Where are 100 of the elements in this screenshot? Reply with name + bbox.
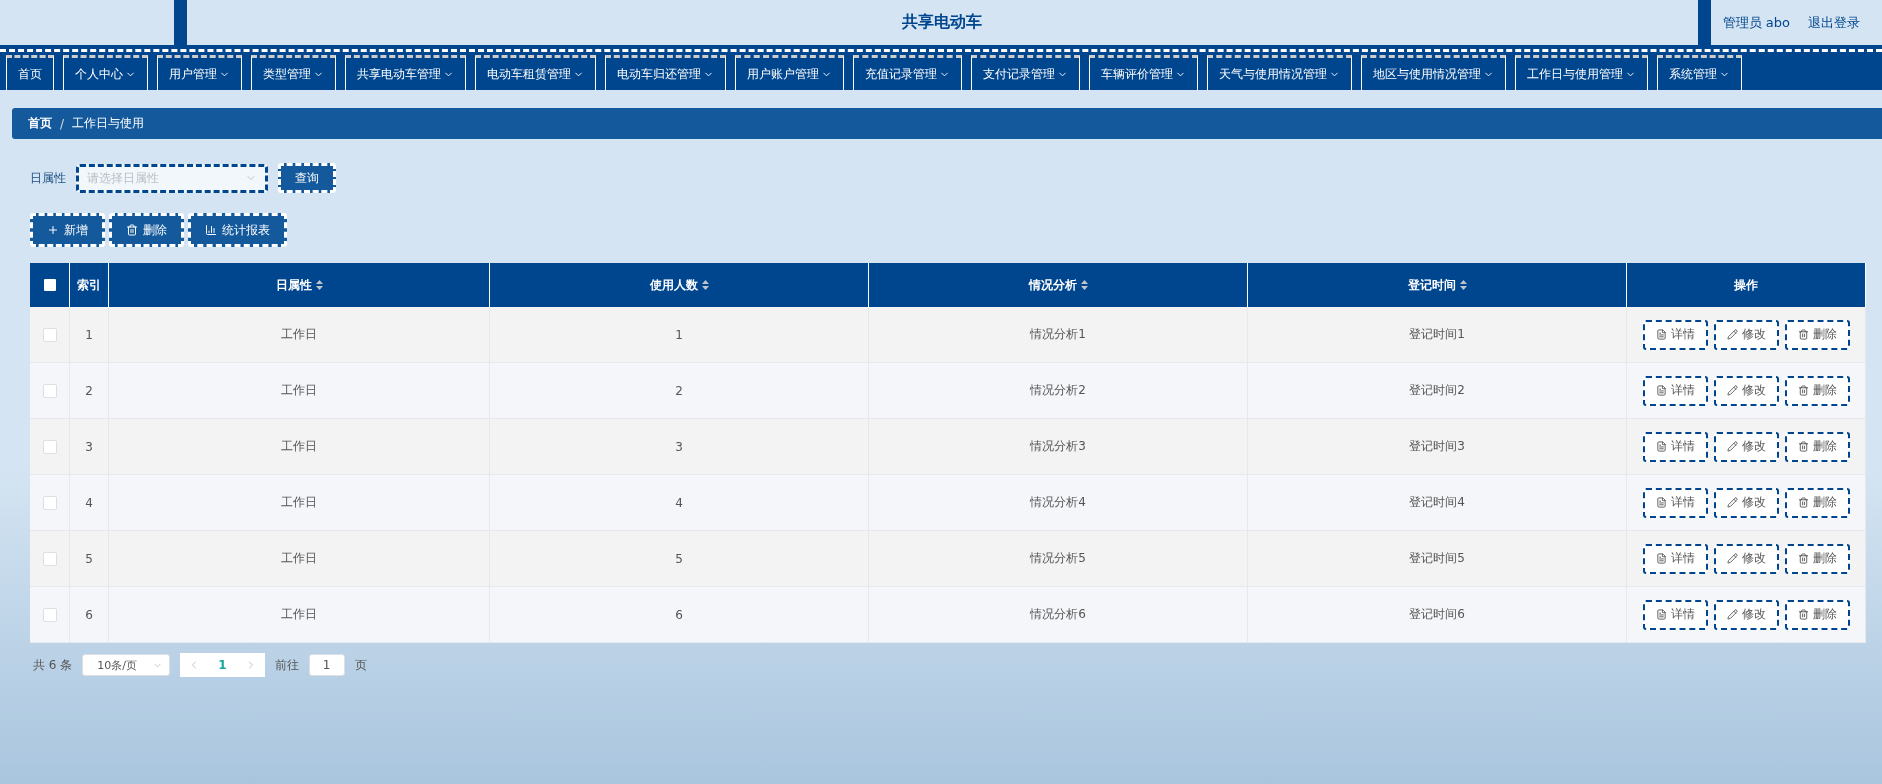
row-checkbox[interactable]	[42, 495, 57, 510]
row-action-button[interactable]: 修改	[1713, 599, 1779, 630]
trash-icon	[126, 224, 138, 236]
column-header: 操作	[1627, 263, 1866, 307]
row-action-button[interactable]: 修改	[1713, 487, 1779, 518]
table-cell: 工作日	[109, 587, 490, 643]
table-cell: 工作日	[109, 307, 490, 363]
bar-chart-icon	[205, 224, 217, 236]
row-checkbox[interactable]	[42, 383, 57, 398]
filter-label: 日属性	[30, 169, 66, 187]
document-icon	[1655, 441, 1667, 452]
table-cell: 5	[70, 531, 109, 587]
pencil-icon	[1726, 553, 1738, 564]
nav-item[interactable]: 电动车租赁管理	[475, 55, 596, 90]
nav-item[interactable]: 首页	[6, 55, 54, 90]
table-cell: 情况分析4	[869, 475, 1248, 531]
table-cell: 3	[70, 419, 109, 475]
row-checkbox[interactable]	[42, 439, 57, 454]
row-action-button[interactable]: 详情	[1642, 375, 1708, 406]
row-action-button[interactable]: 修改	[1713, 319, 1779, 350]
trash-icon	[1797, 497, 1809, 508]
trash-icon	[1797, 385, 1809, 396]
row-checkbox[interactable]	[42, 607, 57, 622]
search-button[interactable]: 查询	[278, 163, 336, 193]
row-action-button[interactable]: 删除	[1784, 543, 1850, 574]
nav-item[interactable]: 系统管理	[1657, 55, 1742, 90]
nav-item[interactable]: 电动车归还管理	[605, 55, 726, 90]
row-checkbox[interactable]	[42, 327, 57, 342]
table-cell: 4	[490, 475, 869, 531]
table-cell: 情况分析1	[869, 307, 1248, 363]
column-header[interactable]: 情况分析	[869, 263, 1248, 307]
sort-icon[interactable]	[1080, 280, 1088, 290]
sort-icon[interactable]	[315, 280, 323, 290]
nav-item[interactable]: 个人中心	[63, 55, 148, 90]
document-icon	[1655, 609, 1667, 620]
table-cell: 3	[490, 419, 869, 475]
pencil-icon	[1726, 609, 1738, 620]
nav-item[interactable]: 车辆评价管理	[1089, 55, 1198, 90]
table-cell: 情况分析3	[869, 419, 1248, 475]
page-size-select[interactable]: 10条/页	[82, 654, 171, 676]
logout-link[interactable]: 退出登录	[1808, 13, 1860, 32]
row-action-button[interactable]: 修改	[1713, 543, 1779, 574]
table-cell: 登记时间1	[1248, 307, 1627, 363]
breadcrumb-separator: /	[60, 116, 65, 131]
sort-icon[interactable]	[701, 280, 709, 290]
select-all-checkbox[interactable]	[43, 279, 56, 291]
row-action-button[interactable]: 删除	[1784, 375, 1850, 406]
table-cell: 工作日	[109, 363, 490, 419]
table-cell: 1	[490, 307, 869, 363]
table-cell: 6	[490, 587, 869, 643]
delete-button[interactable]: 删除	[109, 213, 184, 247]
document-icon	[1655, 385, 1667, 396]
row-action-button[interactable]: 删除	[1784, 487, 1850, 518]
column-header[interactable]: 日属性	[109, 263, 490, 307]
nav-item[interactable]: 工作日与使用管理	[1515, 55, 1648, 90]
table-cell: 情况分析5	[869, 531, 1248, 587]
page-suffix: 页	[354, 656, 367, 674]
row-action-button[interactable]: 删除	[1784, 599, 1850, 630]
table-cell: 情况分析2	[869, 363, 1248, 419]
row-action-button[interactable]: 修改	[1713, 431, 1779, 462]
breadcrumb-item: 工作日与使用	[72, 115, 145, 132]
row-action-button[interactable]: 修改	[1713, 375, 1779, 406]
table-cell: 工作日	[109, 475, 490, 531]
table-cell: 登记时间4	[1248, 475, 1627, 531]
table-cell: 4	[70, 475, 109, 531]
row-checkbox[interactable]	[42, 551, 57, 566]
nav-item[interactable]: 支付记录管理	[971, 55, 1080, 90]
goto-page-field[interactable]: 1	[308, 654, 345, 676]
pencil-icon	[1726, 441, 1738, 452]
row-action-button[interactable]: 详情	[1642, 319, 1708, 350]
add-button[interactable]: 新增	[30, 213, 105, 247]
trash-icon	[1797, 553, 1809, 564]
nav-item[interactable]: 充值记录管理	[853, 55, 962, 90]
table-cell: 登记时间2	[1248, 363, 1627, 419]
nav-item[interactable]: 地区与使用情况管理	[1361, 55, 1506, 90]
row-action-button[interactable]: 详情	[1642, 599, 1708, 630]
row-action-button[interactable]: 详情	[1642, 543, 1708, 574]
row-action-button[interactable]: 删除	[1784, 431, 1850, 462]
nav-item[interactable]: 共享电动车管理	[345, 55, 466, 90]
trash-icon	[1797, 441, 1809, 452]
breadcrumb-item[interactable]: 首页	[28, 115, 52, 132]
column-header: 索引	[70, 263, 109, 307]
pencil-icon	[1726, 329, 1738, 340]
row-action-button[interactable]: 详情	[1642, 487, 1708, 518]
nav-item[interactable]: 用户账户管理	[735, 55, 844, 90]
sort-icon[interactable]	[1459, 280, 1467, 290]
chart-button[interactable]: 统计报表	[188, 213, 287, 247]
table-cell: 登记时间3	[1248, 419, 1627, 475]
row-action-button[interactable]: 详情	[1642, 431, 1708, 462]
total-count: 共 6 条	[33, 656, 73, 674]
nav-item[interactable]: 天气与使用情况管理	[1207, 55, 1352, 90]
column-header[interactable]: 登记时间	[1248, 263, 1627, 307]
nav-item[interactable]: 类型管理	[251, 55, 336, 90]
nav-item[interactable]: 用户管理	[157, 55, 242, 90]
table-cell: 工作日	[109, 419, 490, 475]
row-action-button[interactable]: 删除	[1784, 319, 1850, 350]
pencil-icon	[1726, 497, 1738, 508]
column-header[interactable]: 使用人数	[490, 263, 869, 307]
table-cell: 情况分析6	[869, 587, 1248, 643]
document-icon	[1655, 553, 1667, 564]
